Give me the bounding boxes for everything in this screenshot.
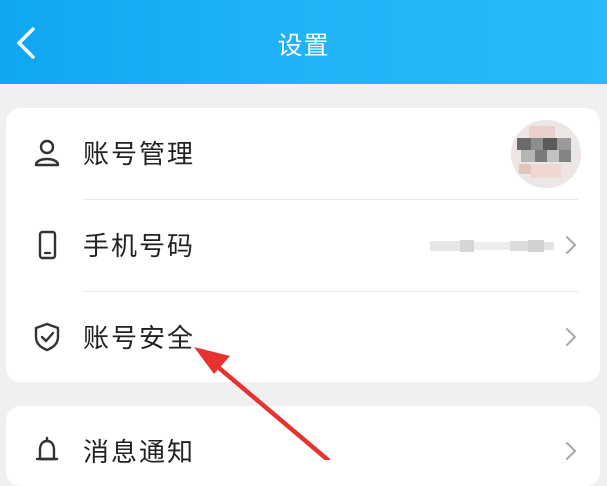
settings-item-account-security[interactable]: 账号安全 [6, 292, 600, 382]
user-icon [34, 139, 60, 167]
settings-item-label: 账号管理 [83, 140, 196, 170]
avatar[interactable] [511, 120, 581, 188]
chevron-right-icon [566, 236, 576, 254]
settings-item-label: 手机号码 [83, 232, 196, 262]
settings-group-account: 账号管理 手机号码 账号安全 [6, 108, 600, 382]
top-bar: 设置 [0, 0, 607, 84]
shield-check-icon [34, 322, 60, 352]
phone-number-value-blurred [430, 240, 554, 252]
page-title: 设置 [277, 31, 330, 60]
chevron-right-icon [566, 328, 576, 346]
settings-item-notifications[interactable]: 消息通知 [6, 406, 600, 486]
settings-item-account-management[interactable]: 账号管理 [6, 108, 600, 199]
settings-item-label: 账号安全 [83, 324, 196, 354]
settings-item-label: 消息通知 [83, 438, 196, 468]
bell-icon [35, 436, 59, 461]
phone-icon [38, 230, 57, 260]
settings-group-notifications: 消息通知 [6, 406, 600, 486]
chevron-right-icon [566, 442, 576, 460]
settings-item-phone-number[interactable]: 手机号码 [6, 200, 600, 291]
